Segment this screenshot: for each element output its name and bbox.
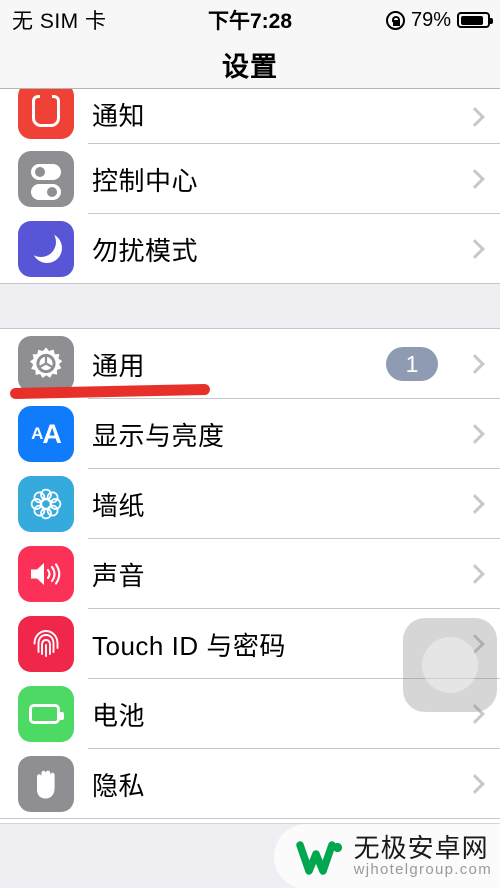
wallpaper-flower-icon — [18, 476, 74, 532]
hand-privacy-icon — [18, 756, 74, 812]
status-bar: 无 SIM 卡 下午7:28 79% — [0, 0, 500, 40]
gear-icon — [18, 336, 74, 392]
chevron-right-icon — [465, 169, 485, 189]
row-label: 墙纸 — [92, 490, 146, 521]
navigation-bar: 设置 — [0, 40, 500, 89]
chevron-right-icon — [465, 564, 485, 584]
assistive-touch-ring — [422, 637, 478, 693]
settings-row-sounds[interactable]: 声音 — [0, 539, 500, 609]
watermark-site-name: 无极安卓网 — [353, 832, 489, 863]
assistive-touch-button[interactable] — [403, 618, 497, 712]
wjhotelgroup-logo-icon — [295, 836, 346, 878]
settings-row-do-not-disturb[interactable]: 勿扰模式 — [0, 214, 500, 284]
control-center-icon — [18, 151, 74, 207]
row-label: 通知 — [92, 101, 146, 131]
chevron-right-icon — [465, 239, 485, 259]
battery-icon — [457, 12, 493, 28]
settings-row-control-center[interactable]: 控制中心 — [0, 144, 500, 214]
fingerprint-icon — [18, 616, 74, 672]
row-label: 通用 — [92, 350, 146, 381]
speaker-icon — [18, 546, 74, 602]
group-separator — [0, 284, 500, 329]
chevron-right-icon — [465, 106, 485, 127]
settings-row-notifications[interactable]: 通知 — [0, 89, 500, 144]
row-label: 勿扰模式 — [92, 235, 199, 266]
row-label: 声音 — [92, 560, 146, 591]
do-not-disturb-moon-icon — [18, 221, 74, 277]
row-label: 隐私 — [92, 770, 146, 801]
page-title: 设置 — [222, 51, 278, 82]
display-aa-icon: AA — [18, 406, 74, 462]
settings-row-display-brightness[interactable]: AA 显示与亮度 — [0, 399, 500, 469]
status-bar-right: 79% — [385, 8, 493, 32]
status-badge: 1 — [386, 347, 438, 381]
watermark-url: wjhotelgroup.com — [353, 861, 492, 879]
row-label: 显示与亮度 — [92, 420, 225, 451]
row-label: 控制中心 — [92, 165, 199, 196]
battery-icon — [18, 686, 74, 742]
row-label: Touch ID 与密码 — [92, 630, 286, 661]
iphone-settings-screen: 无 SIM 卡 下午7:28 79% 设置 通知 控制中心 勿扰模式 通用 1 … — [0, 0, 500, 888]
chevron-right-icon — [465, 774, 485, 794]
settings-list[interactable]: 通知 控制中心 勿扰模式 通用 1 A A 显示与亮度 墙纸 声音 Touch … — [0, 89, 500, 888]
row-label: 电池 — [92, 700, 146, 731]
settings-row-wallpaper[interactable]: 墙纸 — [0, 469, 500, 539]
chevron-right-icon — [465, 354, 485, 374]
battery-percent-label: 79% — [410, 8, 451, 31]
watermark-content: 无极安卓网 wjhotelgroup.com — [273, 824, 500, 888]
notifications-icon — [18, 89, 74, 139]
chevron-right-icon — [465, 424, 485, 444]
rotation-lock-icon — [385, 10, 405, 30]
settings-row-privacy[interactable]: 隐私 — [0, 749, 500, 819]
chevron-right-icon — [465, 494, 485, 514]
watermark-bar: 无极安卓网 wjhotelgroup.com — [0, 823, 500, 888]
